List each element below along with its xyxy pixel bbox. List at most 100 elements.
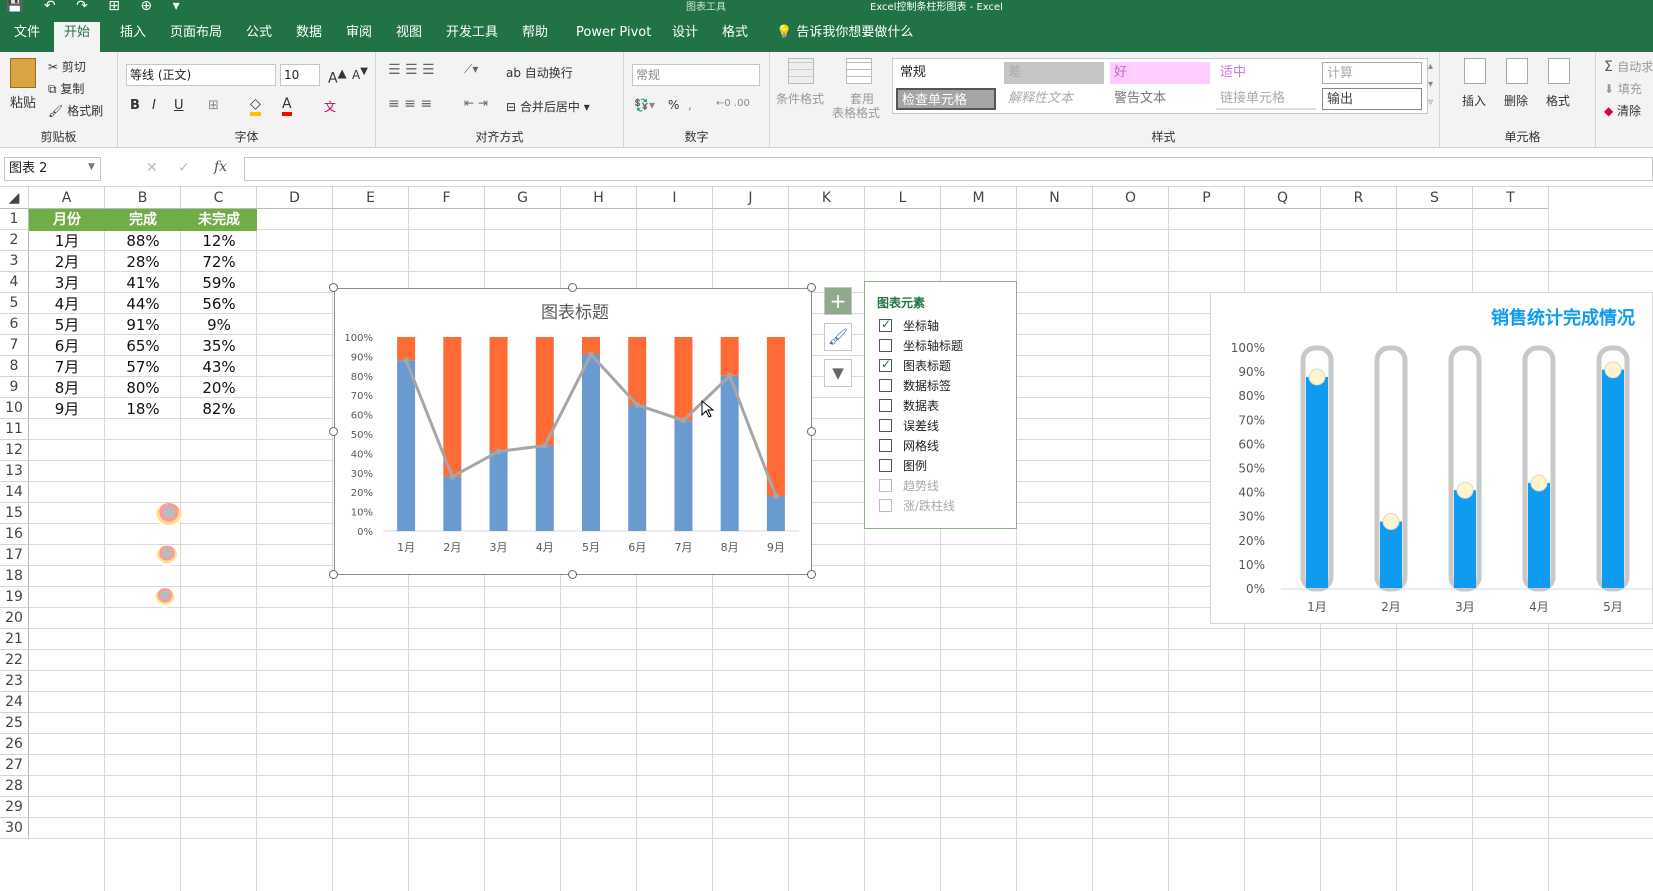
checkbox[interactable] (879, 399, 892, 412)
chart2-bar[interactable] (1306, 376, 1328, 588)
column-header-D[interactable]: D (257, 187, 333, 209)
stacked-column-chart[interactable]: 图表标题 0% 10% 20% 30% 40% 50% 60% 70% 80% 90% 100% 1月 2… (334, 288, 812, 575)
resize-handle-l[interactable] (329, 427, 338, 436)
row-header-14[interactable]: 14 (0, 482, 29, 503)
style-output[interactable]: 输出 (1322, 88, 1422, 110)
align-top-icon[interactable]: ☰ ☰ ☰ (388, 62, 435, 78)
bold-icon[interactable]: B (130, 98, 140, 113)
column-header-F[interactable]: F (409, 187, 485, 209)
chart1-bar-undone[interactable] (720, 337, 739, 376)
style-linked-cell[interactable]: 链接单元格 (1216, 88, 1316, 110)
style-warning[interactable]: 警告文本 (1110, 88, 1210, 110)
chart1-line-point[interactable] (495, 448, 502, 455)
conditional-format-button[interactable]: 条件格式 (776, 90, 824, 107)
table-cell[interactable]: 57% (105, 356, 181, 378)
chart1-bar-done[interactable] (535, 445, 554, 531)
tab-formulas[interactable]: 公式 (236, 22, 282, 52)
column-header-O[interactable]: O (1093, 187, 1169, 209)
row-header-18[interactable]: 18 (0, 566, 29, 587)
chart1-bar-done[interactable] (628, 404, 647, 531)
chart2-bar[interactable] (1380, 521, 1402, 588)
tab-insert[interactable]: 插入 (110, 22, 156, 52)
chart1-bar-undone[interactable] (674, 337, 693, 421)
table-cell[interactable]: 18% (105, 398, 181, 420)
fx-icon[interactable]: fx (214, 159, 227, 175)
checkbox[interactable] (879, 419, 892, 432)
font-size-select[interactable]: 10 (280, 64, 320, 86)
column-header-I[interactable]: I (637, 187, 713, 209)
cut-button[interactable]: ✂ 剪切 (48, 58, 86, 75)
column-header-C[interactable]: C (181, 187, 257, 209)
column-header-P[interactable]: P (1169, 187, 1245, 209)
number-format-select[interactable]: 常规 (632, 64, 760, 86)
worksheet-grid[interactable]: ◢ A B C D E F G H I J K L M N O P Q R S T 1 2 3 4 5 6 7 8 9 10 11 12 13 1… (0, 187, 1653, 891)
italic-icon[interactable]: I (152, 98, 156, 113)
delete-cells-icon[interactable] (1506, 58, 1528, 84)
column-header-H[interactable]: H (561, 187, 637, 209)
resize-handle-b[interactable] (568, 570, 577, 579)
formula-input[interactable] (244, 157, 1653, 181)
row-header-10[interactable]: 10 (0, 398, 29, 419)
chart-element-option[interactable]: 涨/跌柱线 (879, 496, 1009, 516)
font-color-icon[interactable]: A (282, 96, 292, 116)
resize-handle-br[interactable] (807, 570, 816, 579)
row-header-1[interactable]: 1 (0, 209, 29, 230)
wrap-text-button[interactable]: ab 自动换行 (506, 64, 573, 81)
checkbox[interactable] (879, 459, 892, 472)
borders-icon[interactable]: ⊞ (208, 98, 219, 113)
chart-styles-brush-icon[interactable]: 🖌 (824, 323, 852, 351)
chart2-bar[interactable] (1528, 482, 1550, 588)
chart1-line-point[interactable] (772, 493, 779, 500)
format-cells-icon[interactable] (1548, 58, 1570, 84)
row-header-15[interactable]: 15 (0, 503, 29, 524)
column-header-A[interactable]: A (29, 187, 105, 209)
indent-icon[interactable]: ⇤ ⇥ (464, 96, 488, 110)
chart-element-option[interactable]: 图例 (879, 456, 1009, 476)
chart-element-option[interactable]: 趋势线 (879, 476, 1009, 496)
chart1-bar-done[interactable] (443, 476, 462, 531)
underline-icon[interactable]: U (174, 98, 184, 113)
chart1-title[interactable]: 图表标题 (541, 303, 609, 322)
cancel-icon[interactable]: ✕ (146, 160, 158, 176)
enter-icon[interactable]: ✓ (178, 160, 190, 176)
table-cell[interactable]: 1月 (29, 230, 105, 252)
autosum-button[interactable]: Σ 自动求和 (1604, 58, 1653, 75)
tab-power-pivot[interactable]: Power Pivot (566, 22, 661, 52)
chart-element-option[interactable]: 数据标签 (879, 376, 1009, 396)
table-cell[interactable]: 44% (105, 293, 181, 315)
table-cell[interactable]: 35% (181, 335, 257, 357)
tab-view[interactable]: 视图 (386, 22, 432, 52)
chart1-bar-undone[interactable] (489, 337, 508, 452)
row-header-16[interactable]: 16 (0, 524, 29, 545)
checkbox[interactable] (879, 317, 892, 332)
paste-button[interactable]: 粘贴 (10, 92, 36, 111)
comma-icon[interactable]: , (688, 98, 692, 112)
table-cell[interactable]: 43% (181, 356, 257, 378)
table-cell[interactable]: 12% (181, 230, 257, 252)
chart-element-option[interactable]: 图表标题 (879, 356, 1009, 376)
row-header-27[interactable]: 27 (0, 755, 29, 776)
checkbox[interactable] (879, 479, 892, 492)
table-cell[interactable]: 88% (105, 230, 181, 252)
resize-handle-t[interactable] (568, 283, 577, 292)
row-header-24[interactable]: 24 (0, 692, 29, 713)
column-header-N[interactable]: N (1017, 187, 1093, 209)
merge-center-button[interactable]: ⊟ 合并后居中 ▾ (506, 98, 590, 115)
column-header-S[interactable]: S (1397, 187, 1473, 209)
row-header-12[interactable]: 12 (0, 440, 29, 461)
row-header-28[interactable]: 28 (0, 776, 29, 797)
chart1-bar-undone[interactable] (397, 337, 416, 361)
table-cell[interactable]: 2月 (29, 251, 105, 273)
chart-element-option[interactable]: 数据表 (879, 396, 1009, 416)
chart2-title[interactable]: 销售统计完成情况 (1491, 307, 1635, 329)
format-painter-button[interactable]: 🖌 格式刷 (48, 102, 103, 119)
chart1-bar-undone[interactable] (443, 337, 462, 477)
chart1-bar-done[interactable] (582, 354, 600, 531)
column-header-J[interactable]: J (713, 187, 789, 209)
table-cell[interactable]: 7月 (29, 356, 105, 378)
chart1-line-point[interactable] (403, 357, 410, 364)
chart1-bar-done[interactable] (397, 360, 416, 531)
chart1-line-point[interactable] (541, 442, 548, 449)
table-cell[interactable]: 9% (181, 314, 257, 336)
row-header-29[interactable]: 29 (0, 797, 29, 818)
